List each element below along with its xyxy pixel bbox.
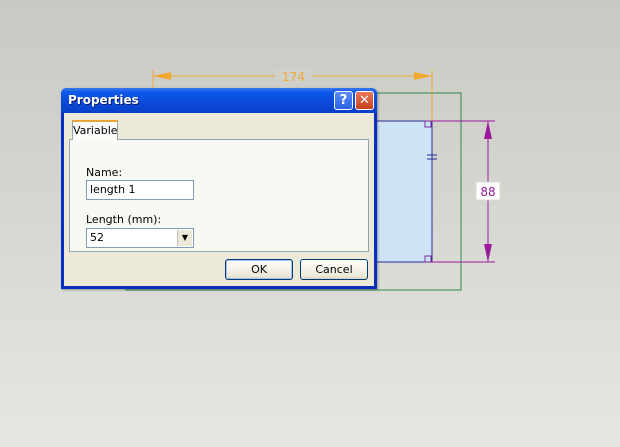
width-dimension-value[interactable]: 174 — [282, 70, 305, 84]
dimension-arrow-left — [153, 72, 171, 80]
length-label: Length (mm): — [86, 213, 162, 226]
tab-panel: Name: length 1 Length (mm): 52 ▼ — [69, 139, 369, 252]
close-button[interactable]: ✕ — [355, 91, 374, 110]
help-button[interactable]: ? — [334, 91, 353, 110]
properties-dialog: Properties ? ✕ Name: length 1 Length (mm… — [61, 88, 377, 289]
tab-variable[interactable]: Variable — [72, 120, 118, 140]
name-input[interactable]: length 1 — [86, 180, 194, 200]
dialog-title: Properties — [68, 93, 139, 107]
name-label: Name: — [86, 166, 123, 179]
height-dimension-value[interactable]: 88 — [480, 185, 495, 199]
length-value: 52 — [90, 231, 104, 244]
cancel-button[interactable]: Cancel — [300, 259, 368, 280]
dialog-client-area: Name: length 1 Length (mm): 52 ▼ Variabl… — [64, 113, 374, 286]
selected-rectangle[interactable] — [375, 120, 433, 263]
dimension-arrow-right — [414, 72, 432, 80]
dimension-arrow-up — [484, 121, 492, 139]
ok-button[interactable]: OK — [225, 259, 293, 280]
chevron-down-icon[interactable]: ▼ — [177, 230, 192, 246]
length-combobox[interactable]: 52 ▼ — [86, 228, 194, 248]
height-dimension[interactable]: 88 — [432, 120, 501, 263]
dialog-titlebar[interactable]: Properties ? ✕ — [61, 88, 377, 113]
dimension-arrow-down — [484, 244, 492, 262]
